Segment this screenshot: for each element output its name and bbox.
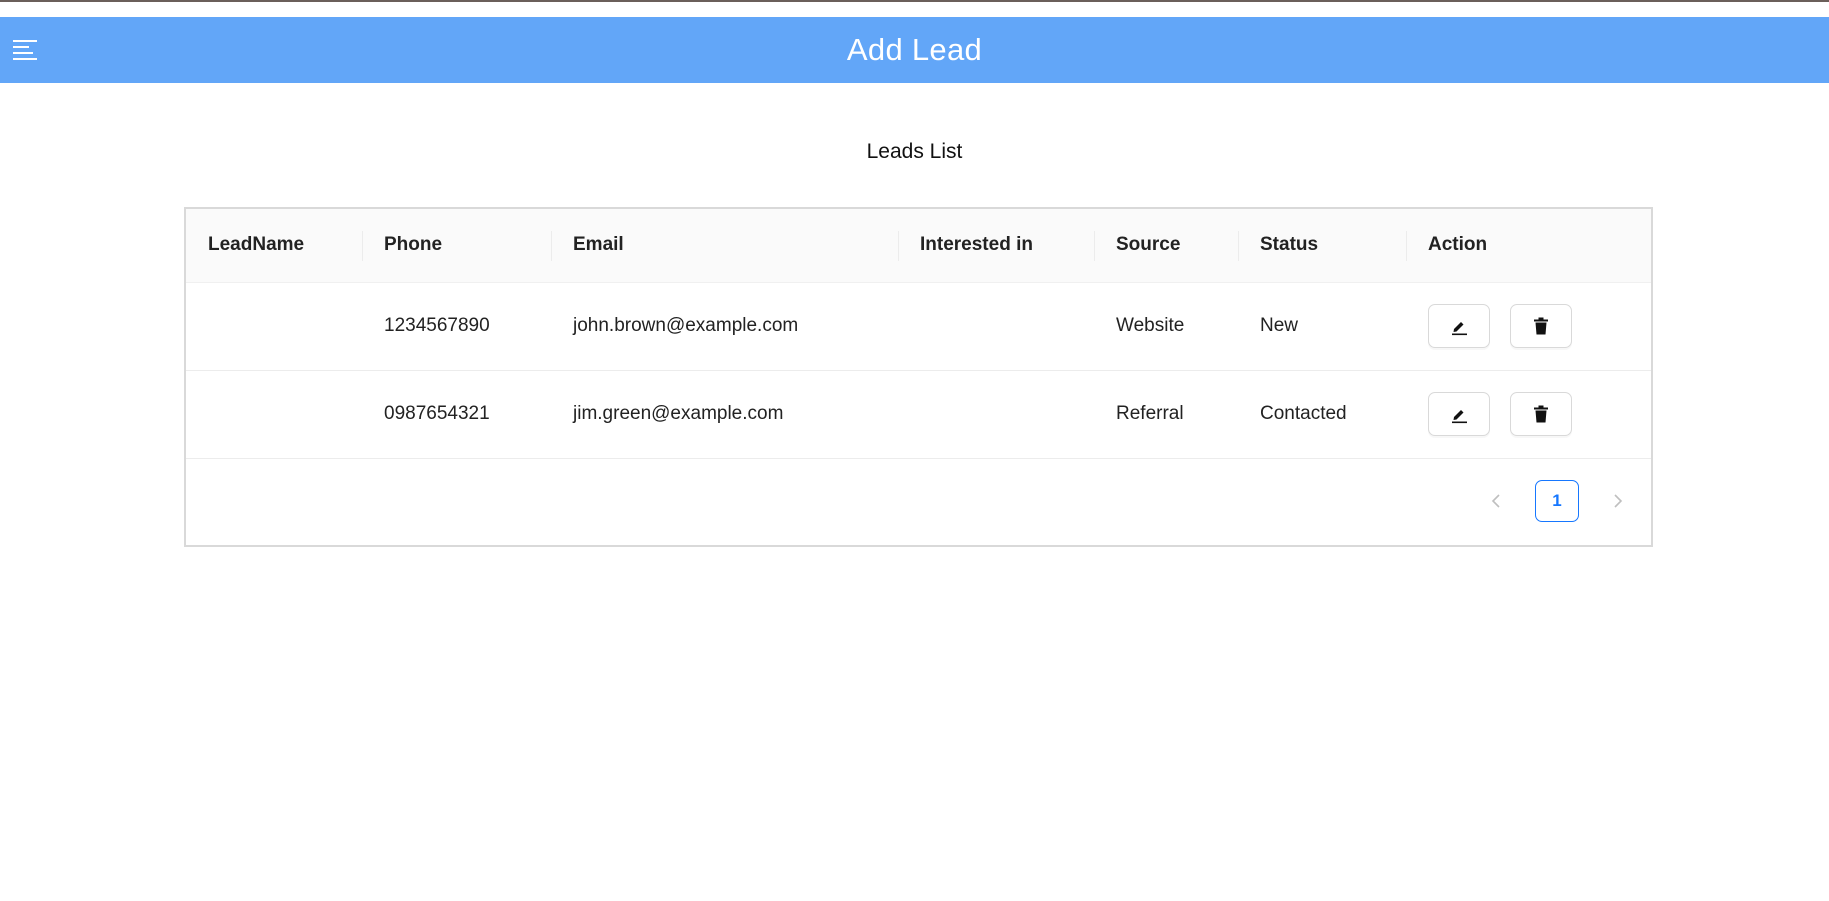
page-title: Leads List (866, 140, 963, 163)
column-header-source[interactable]: Source (1094, 209, 1238, 283)
delete-icon (1534, 317, 1548, 335)
cell-interested-in (898, 282, 1094, 371)
pagination: 1 (1485, 480, 1629, 522)
column-header-email[interactable]: Email (551, 209, 898, 283)
cell-status: New (1238, 282, 1406, 371)
column-header-status[interactable]: Status (1238, 209, 1406, 283)
chevron-right-icon[interactable] (1607, 490, 1629, 512)
cell-lead-name (186, 370, 362, 459)
edit-button[interactable] (1428, 392, 1490, 436)
cell-actions (1406, 282, 1651, 371)
table-header-row: LeadName Phone Email Interested in Sourc… (186, 209, 1651, 283)
leads-table: LeadName Phone Email Interested in Sourc… (186, 209, 1651, 459)
cell-phone: 0987654321 (362, 370, 551, 459)
header-title: Add Lead (846, 32, 983, 67)
app-header: Add Lead (0, 17, 1829, 83)
cell-source: Referral (1094, 370, 1238, 459)
edit-button[interactable] (1428, 304, 1490, 348)
delete-icon (1534, 405, 1548, 423)
cell-actions (1406, 370, 1651, 459)
edit-icon (1452, 322, 1467, 336)
delete-button[interactable] (1510, 392, 1572, 436)
delete-button[interactable] (1510, 304, 1572, 348)
column-header-action: Action (1406, 209, 1651, 283)
cell-email: john.brown@example.com (551, 282, 898, 371)
top-divider (0, 0, 1829, 2)
cell-email: jim.green@example.com (551, 370, 898, 459)
cell-status: Contacted (1238, 370, 1406, 459)
column-header-phone[interactable]: Phone (362, 209, 551, 283)
cell-interested-in (898, 370, 1094, 459)
leads-table-card: LeadName Phone Email Interested in Sourc… (184, 207, 1653, 547)
edit-icon (1452, 410, 1467, 424)
table-row: 1234567890 john.brown@example.com Websit… (186, 282, 1651, 371)
cell-lead-name (186, 282, 362, 371)
table-row: 0987654321 jim.green@example.com Referra… (186, 370, 1651, 459)
column-header-leadname[interactable]: LeadName (186, 209, 362, 283)
cell-source: Website (1094, 282, 1238, 371)
page-number-button[interactable]: 1 (1535, 480, 1579, 522)
column-header-interested-in[interactable]: Interested in (898, 209, 1094, 283)
cell-phone: 1234567890 (362, 282, 551, 371)
chevron-left-icon[interactable] (1485, 490, 1507, 512)
